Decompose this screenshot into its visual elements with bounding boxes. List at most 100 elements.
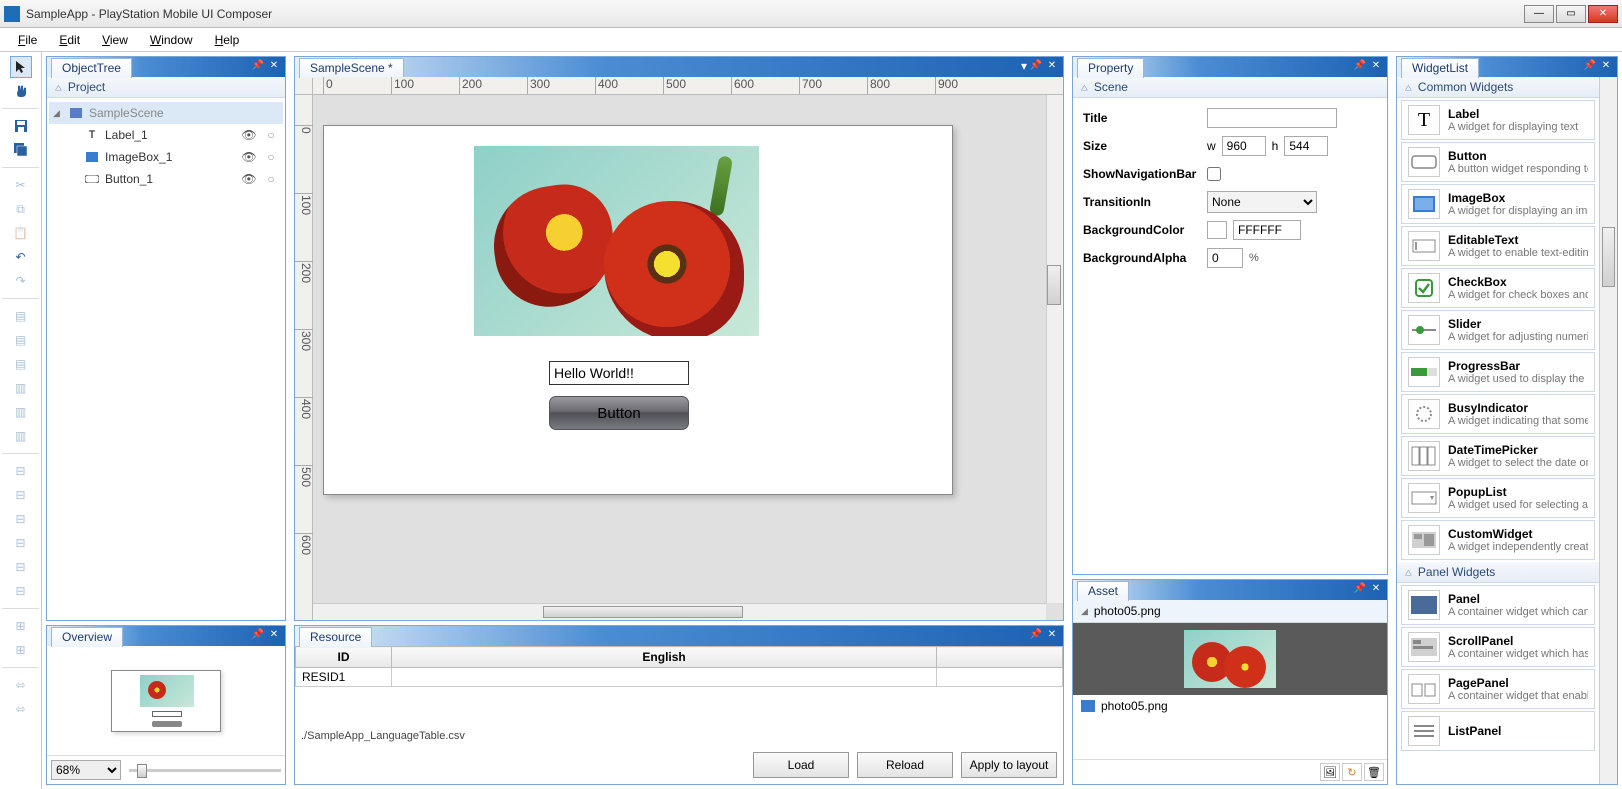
panel-widgets-header[interactable]: Panel Widgets — [1397, 562, 1599, 583]
widget-scrollbar[interactable] — [1599, 77, 1617, 784]
prop-shownav-checkbox[interactable] — [1207, 167, 1221, 181]
resource-col-id[interactable]: ID — [296, 647, 392, 668]
tool-align-middle[interactable]: ▥ — [10, 401, 32, 423]
tool-distribute-h2[interactable]: ⊟ — [10, 484, 32, 506]
apply-layout-button[interactable]: Apply to layout — [961, 752, 1057, 778]
tool-distribute-h1[interactable]: ⊟ — [10, 460, 32, 482]
reload-button[interactable]: Reload — [857, 752, 953, 778]
pin-icon[interactable]: 📌 — [1029, 59, 1043, 73]
widget-item-customwidget[interactable]: CustomWidgetA widget independently creat… — [1401, 520, 1595, 560]
widget-item-pagepanel[interactable]: PagePanelA container widget that enable — [1401, 669, 1595, 709]
lock-icon[interactable]: ○ — [263, 172, 279, 186]
tool-undo[interactable]: ↶ — [10, 246, 32, 268]
asset-add-button[interactable]: 🖼 — [1320, 763, 1340, 781]
tree-item-button[interactable]: Button_1 👁 ○ — [49, 168, 283, 190]
visibility-icon[interactable]: 👁 — [241, 128, 257, 142]
object-tree-tab[interactable]: ObjectTree — [51, 58, 132, 78]
menu-window[interactable]: Window — [140, 31, 203, 49]
prop-height-input[interactable] — [1284, 136, 1328, 156]
close-panel-icon[interactable]: ✕ — [1369, 59, 1383, 73]
lock-icon[interactable]: ○ — [263, 128, 279, 142]
close-panel-icon[interactable]: ✕ — [1369, 582, 1383, 596]
widget-item-busyindicator[interactable]: BusyIndicatorA widget indicating that so… — [1401, 394, 1595, 434]
tree-item-label[interactable]: T Label_1 👁 ○ — [49, 124, 283, 146]
tool-align-bottom[interactable]: ▥ — [10, 425, 32, 447]
menu-view[interactable]: View — [92, 31, 138, 49]
prop-bgalpha-input[interactable] — [1207, 248, 1243, 268]
property-tab[interactable]: Property — [1077, 58, 1144, 78]
pin-icon[interactable]: 📌 — [1353, 59, 1367, 73]
tool-align-top[interactable]: ▥ — [10, 377, 32, 399]
asset-refresh-button[interactable]: ↻ — [1342, 763, 1362, 781]
widget-item-panel[interactable]: PanelA container widget which can s — [1401, 585, 1595, 625]
close-panel-icon[interactable]: ✕ — [267, 628, 281, 642]
widget-item-progressbar[interactable]: ProgressBarA widget used to display the … — [1401, 352, 1595, 392]
prop-title-input[interactable] — [1207, 108, 1337, 128]
close-panel-icon[interactable]: ✕ — [1599, 59, 1613, 73]
scrollbar-horizontal[interactable] — [313, 603, 1046, 620]
pin-icon[interactable]: 📌 — [1353, 582, 1367, 596]
widget-item-popuplist[interactable]: PopupListA widget used for selecting an — [1401, 478, 1595, 518]
tool-distribute-h3[interactable]: ⊟ — [10, 508, 32, 530]
tree-item-scene[interactable]: ◢ SampleScene — [49, 102, 283, 124]
zoom-select[interactable]: 68% — [51, 760, 121, 780]
maximize-button[interactable]: ▭ — [1556, 5, 1586, 23]
load-button[interactable]: Load — [753, 752, 849, 778]
widget-item-checkbox[interactable]: CheckBoxA widget for check boxes and i — [1401, 268, 1595, 308]
canvas-imagebox[interactable] — [474, 146, 759, 336]
menu-file[interactable]: File — [8, 31, 47, 49]
widget-item-imagebox[interactable]: ImageBoxA widget for displaying an ima — [1401, 184, 1595, 224]
scene-canvas[interactable]: Hello World!! Button — [313, 95, 1063, 620]
tool-hand[interactable] — [10, 80, 32, 102]
close-panel-icon[interactable]: ✕ — [1045, 628, 1059, 642]
tool-select[interactable] — [10, 56, 32, 78]
close-button[interactable]: ✕ — [1588, 5, 1618, 23]
tool-distribute-v3[interactable]: ⊟ — [10, 580, 32, 602]
scene-tab[interactable]: SampleScene * — [299, 58, 404, 78]
tool-align-center[interactable]: ▤ — [10, 329, 32, 351]
widget-item-button[interactable]: ButtonA button widget responding to — [1401, 142, 1595, 182]
tool-same-height[interactable]: ⬄ — [10, 698, 32, 720]
prop-transition-select[interactable]: None — [1207, 191, 1317, 213]
canvas-label[interactable]: Hello World!! — [549, 361, 689, 385]
asset-header[interactable]: ◢ photo05.png — [1073, 600, 1387, 623]
widget-item-slider[interactable]: SliderA widget for adjusting numeric — [1401, 310, 1595, 350]
prop-bgcolor-input[interactable] — [1233, 220, 1301, 240]
resource-tab[interactable]: Resource — [299, 627, 372, 647]
minimize-button[interactable]: — — [1524, 5, 1554, 23]
tool-distribute-v2[interactable]: ⊟ — [10, 556, 32, 578]
tool-paste[interactable]: 📋 — [10, 222, 32, 244]
visibility-icon[interactable]: 👁 — [241, 150, 257, 164]
tool-align-left[interactable]: ▤ — [10, 305, 32, 327]
close-panel-icon[interactable]: ✕ — [1045, 59, 1059, 73]
tool-cut[interactable]: ✂ — [10, 174, 32, 196]
tool-save[interactable] — [10, 115, 32, 137]
project-section-header[interactable]: Project — [47, 77, 285, 98]
prop-width-input[interactable] — [1222, 136, 1266, 156]
color-swatch[interactable] — [1207, 221, 1227, 239]
widget-item-datetimepicker[interactable]: DateTimePickerA widget to select the dat… — [1401, 436, 1595, 476]
zoom-slider[interactable] — [129, 761, 281, 779]
scene-menu-icon[interactable]: ▾ — [1021, 59, 1027, 73]
tool-space-h[interactable]: ⊞ — [10, 615, 32, 637]
widget-item-editabletext[interactable]: EditableTextA widget to enable text-edit… — [1401, 226, 1595, 266]
tool-copy[interactable]: ⧉ — [10, 198, 32, 220]
tool-same-width[interactable]: ⬄ — [10, 674, 32, 696]
asset-delete-button[interactable]: 🗑 — [1364, 763, 1384, 781]
menu-edit[interactable]: Edit — [49, 31, 90, 49]
lock-icon[interactable]: ○ — [263, 150, 279, 164]
tree-item-imagebox[interactable]: ImageBox_1 👁 ○ — [49, 146, 283, 168]
resource-col-english[interactable]: English — [392, 647, 937, 668]
widget-list-tab[interactable]: WidgetList — [1401, 58, 1479, 78]
widget-item-scrollpanel[interactable]: ScrollPanelA container widget which has … — [1401, 627, 1595, 667]
resource-row[interactable]: RESID1 — [296, 668, 1063, 687]
pin-icon[interactable]: 📌 — [1029, 628, 1043, 642]
scene-section-header[interactable]: Scene — [1073, 77, 1387, 98]
visibility-icon[interactable]: 👁 — [241, 172, 257, 186]
pin-icon[interactable]: 📌 — [251, 628, 265, 642]
scrollbar-vertical[interactable] — [1046, 95, 1063, 603]
tool-distribute-v1[interactable]: ⊟ — [10, 532, 32, 554]
menu-help[interactable]: Help — [205, 31, 250, 49]
canvas-button[interactable]: Button — [549, 396, 689, 430]
pin-icon[interactable]: 📌 — [251, 59, 265, 73]
